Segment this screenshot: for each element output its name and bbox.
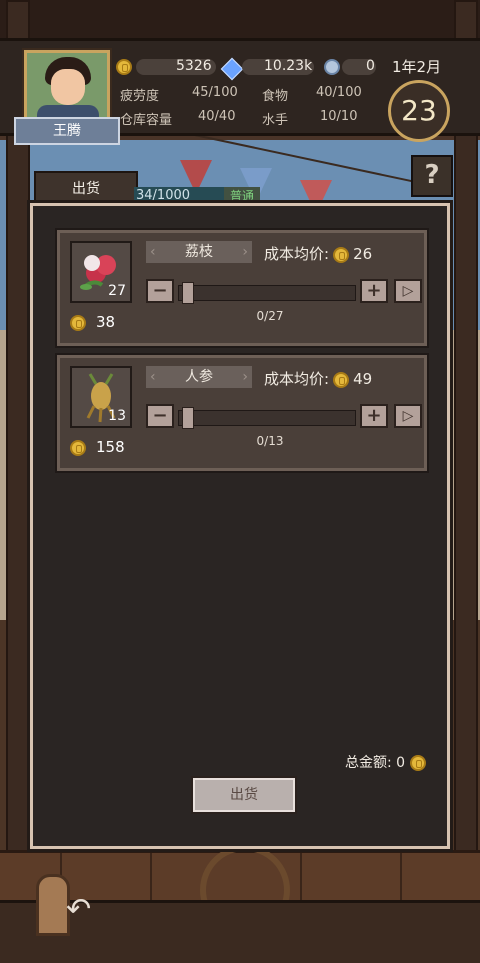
increase-button[interactable]: + xyxy=(360,404,388,428)
decrease-button[interactable]: − xyxy=(146,404,174,428)
gems-value: 10.23k xyxy=(264,58,313,74)
warehouse-value: 40/40 xyxy=(198,109,236,124)
player-name: 王腾 xyxy=(14,117,120,145)
coin-icon xyxy=(70,439,86,456)
sailors-count: 0 xyxy=(366,58,375,74)
back-arrow-icon[interactable]: ↶ xyxy=(66,892,91,927)
item-stock-qty: 27 xyxy=(108,283,126,299)
help-button[interactable]: ? xyxy=(411,155,453,197)
item-stock-qty: 13 xyxy=(108,408,126,424)
cost-average: 成本均价: 49 xyxy=(264,370,373,388)
item-card-lychee: 27 38 荔枝 成本均价:26 − + ▷ 0/27 xyxy=(55,228,429,348)
quantity-slider-track[interactable] xyxy=(178,410,356,426)
item-thumbnail[interactable]: 27 xyxy=(70,241,132,303)
quantity-slider-handle[interactable] xyxy=(182,282,194,304)
tab-sell[interactable]: 出货 xyxy=(34,171,138,207)
sell-button[interactable]: 出货 xyxy=(191,776,297,814)
fatigue-value: 45/100 xyxy=(192,85,238,100)
increase-button[interactable]: + xyxy=(360,279,388,303)
coin-icon xyxy=(70,314,86,331)
gem-icon xyxy=(220,57,244,81)
total-amount: 总金额: 0 xyxy=(345,752,426,772)
quantity-slider-track[interactable] xyxy=(178,285,356,301)
coins-value: 5326 xyxy=(176,58,212,74)
coin-icon xyxy=(116,59,132,75)
sailors-value: 10/10 xyxy=(320,109,358,124)
coin-icon xyxy=(333,246,350,263)
decrease-button[interactable]: − xyxy=(146,279,174,303)
item-sell-price: 38 xyxy=(70,313,115,331)
item-name: 荔枝 xyxy=(146,241,252,263)
day-counter-badge: 23 xyxy=(388,80,450,142)
cost-average: 成本均价: 26 xyxy=(264,245,373,263)
quantity-slider-handle[interactable] xyxy=(182,407,194,429)
quantity-readout: 0/13 xyxy=(256,434,284,448)
food-value: 40/100 xyxy=(316,85,362,100)
coin-icon xyxy=(409,755,426,771)
max-button[interactable]: ▷ xyxy=(394,404,422,428)
warehouse-label: 仓库容量 xyxy=(120,113,173,128)
date-display: 1年2月 xyxy=(392,58,442,76)
sell-panel: 27 38 荔枝 成本均价:26 − + ▷ 0/27 xyxy=(27,200,453,852)
item-thumbnail[interactable]: 13 xyxy=(70,366,132,428)
item-name: 人参 xyxy=(146,366,252,388)
coin-icon xyxy=(333,371,350,388)
exit-door-icon[interactable] xyxy=(36,874,70,936)
max-button[interactable]: ▷ xyxy=(394,279,422,303)
quantity-readout: 0/27 xyxy=(256,309,284,323)
fatigue-label: 疲劳度 xyxy=(120,89,160,104)
item-card-ginseng: 13 158 人参 成本均价:49 − + ▷ 0/13 xyxy=(55,353,429,473)
food-label: 食物 xyxy=(262,89,289,104)
sailor-icon xyxy=(324,59,340,75)
sailors-label: 水手 xyxy=(262,113,289,128)
item-sell-price: 158 xyxy=(70,438,125,456)
